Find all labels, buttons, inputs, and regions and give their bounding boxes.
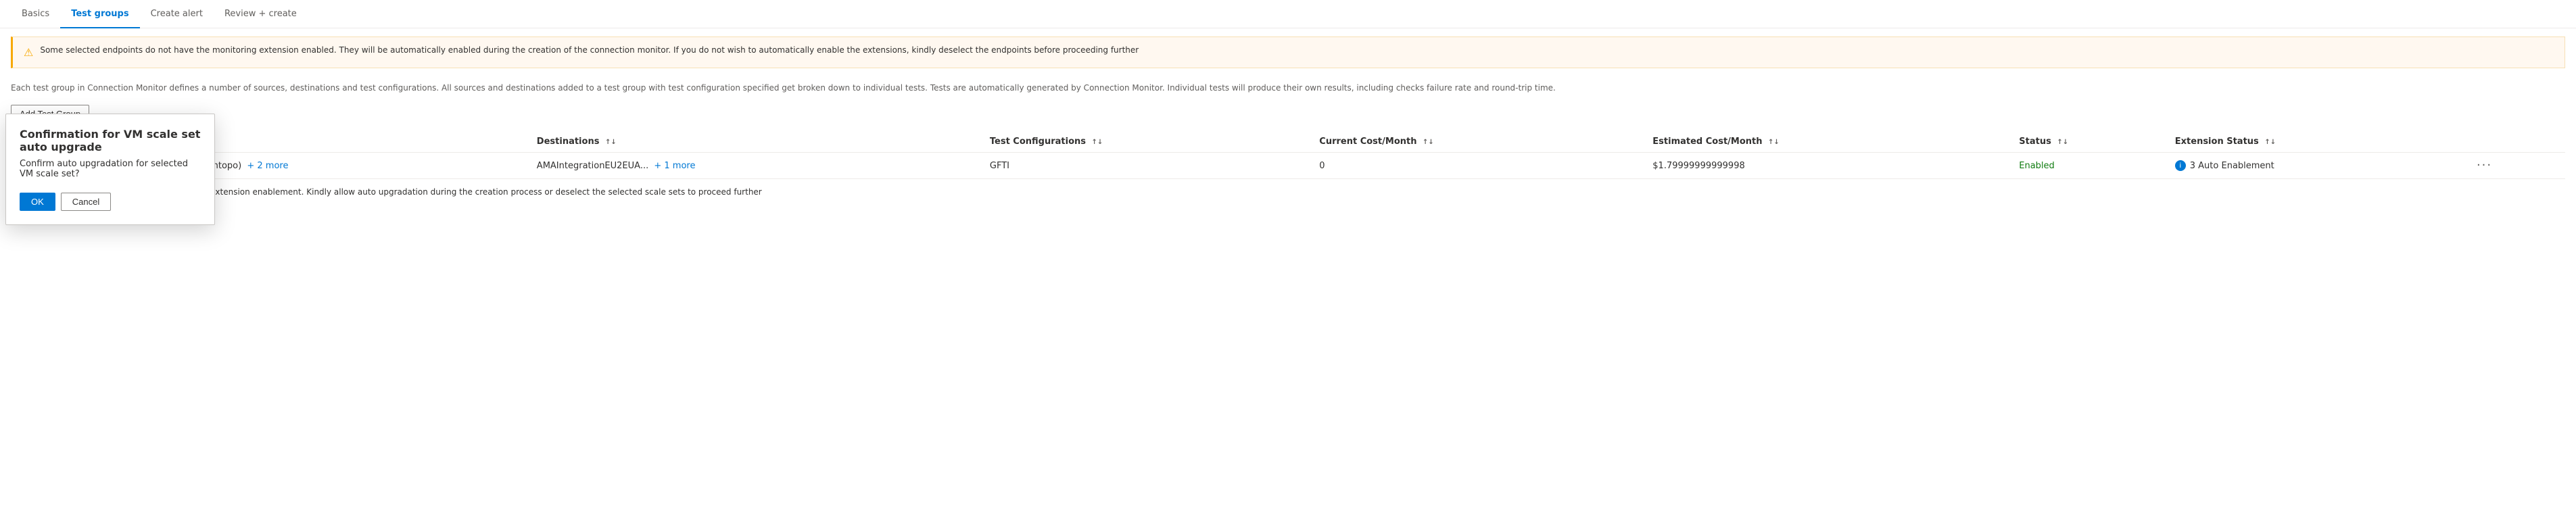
modal-footer: OK Cancel xyxy=(20,193,201,211)
sort-icon-ext-status: ↑↓ xyxy=(2264,139,2276,146)
col-estimated-cost[interactable]: Estimated Cost/Month ↑↓ xyxy=(1652,131,2019,153)
cell-extension-status: i 3 Auto Enablement xyxy=(2175,153,2471,179)
cell-status: Enabled xyxy=(2019,153,2175,179)
table-row: SCFAC Vnet1(anujaintopo) + 2 more AMAInt… xyxy=(11,153,2565,179)
cell-more-options: ··· xyxy=(2471,153,2565,179)
col-extension-status[interactable]: Extension Status ↑↓ xyxy=(2175,131,2471,153)
col-status[interactable]: Status ↑↓ xyxy=(2019,131,2175,153)
sort-icon-destinations: ↑↓ xyxy=(605,139,617,146)
table-header-row: Name ↑↓ Sources ↑↓ Destinations ↑↓ Test … xyxy=(11,131,2565,153)
extension-status-icon: i xyxy=(2175,160,2186,171)
extension-status-wrapper: i 3 Auto Enablement xyxy=(2175,160,2463,171)
modal-ok-button[interactable]: OK xyxy=(20,193,55,211)
cell-test-configurations: GFTI xyxy=(990,153,1319,179)
cell-destinations: AMAIntegrationEU2EUA... + 1 more xyxy=(537,153,990,179)
sort-icon-test-configs: ↑↓ xyxy=(1092,139,1103,146)
sort-icon-status: ↑↓ xyxy=(2057,139,2068,146)
description-text: Each test group in Connection Monitor de… xyxy=(0,76,2576,102)
network-watcher-section: Enable Network watcher extension i xyxy=(11,207,2565,218)
tab-test-groups[interactable]: Test groups xyxy=(60,1,139,28)
warning-icon: ⚠ xyxy=(24,45,33,61)
warning-banner: ⚠ Some selected endpoints do not have th… xyxy=(11,36,2565,68)
tab-create-alert[interactable]: Create alert xyxy=(140,1,214,28)
extension-status-text: 3 Auto Enablement xyxy=(2190,161,2274,171)
sort-icon-estimated-cost: ↑↓ xyxy=(1768,139,1780,146)
test-groups-table: Name ↑↓ Sources ↑↓ Destinations ↑↓ Test … xyxy=(11,131,2565,179)
test-groups-table-container: Name ↑↓ Sources ↑↓ Destinations ↑↓ Test … xyxy=(0,131,2576,179)
destinations-primary: AMAIntegrationEU2EUA... xyxy=(537,161,648,171)
cell-current-cost: 0 xyxy=(1319,153,1652,179)
col-destinations[interactable]: Destinations ↑↓ xyxy=(537,131,990,153)
modal-title: Confirmation for VM scale set auto upgra… xyxy=(20,128,201,153)
tab-review-create[interactable]: Review + create xyxy=(214,1,308,28)
sources-more-link[interactable]: + 2 more xyxy=(247,161,288,171)
auto-upgrade-warning: Selected scale sets require VM Network W… xyxy=(11,182,2565,202)
warning-text: Some selected endpoints do not have the … xyxy=(40,44,1139,56)
cell-estimated-cost: $1.79999999999998 xyxy=(1652,153,2019,179)
modal-cancel-button[interactable]: Cancel xyxy=(61,193,111,211)
confirmation-dialog: Confirmation for VM scale set auto upgra… xyxy=(5,114,215,225)
row-more-options-button[interactable]: ··· xyxy=(2471,155,2498,175)
modal-body: Confirm auto upgradation for selected VM… xyxy=(20,159,201,179)
tab-basics[interactable]: Basics xyxy=(11,1,60,28)
col-actions xyxy=(2471,131,2565,153)
sort-icon-current-cost: ↑↓ xyxy=(1423,139,1434,146)
status-value: Enabled xyxy=(2019,161,2055,171)
col-test-configurations[interactable]: Test Configurations ↑↓ xyxy=(990,131,1319,153)
nav-tabs: Basics Test groups Create alert Review +… xyxy=(0,0,2576,28)
col-current-cost[interactable]: Current Cost/Month ↑↓ xyxy=(1319,131,1652,153)
destinations-more-link[interactable]: + 1 more xyxy=(654,161,695,171)
